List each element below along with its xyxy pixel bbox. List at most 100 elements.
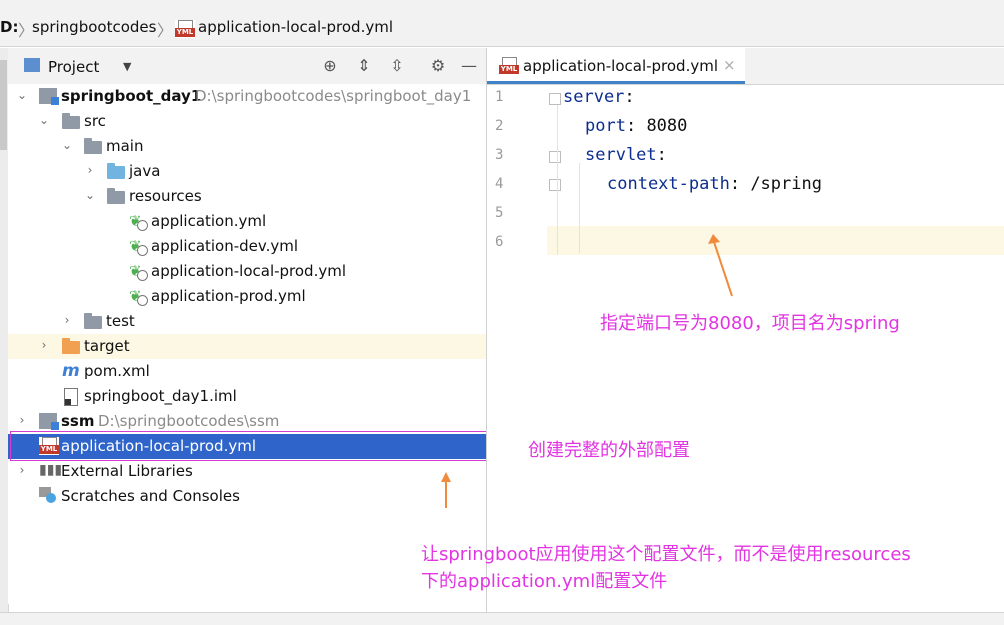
tree-item-label: test — [106, 312, 135, 330]
module-folder-icon — [39, 413, 59, 430]
excluded-folder-icon — [62, 338, 80, 354]
breadcrumb-springbootcodes[interactable]: springbootcodes — [32, 18, 156, 36]
tab-application-local-prod-yml[interactable]: YML application-local-prod.yml × — [487, 48, 745, 84]
minimize-icon[interactable]: — — [459, 56, 479, 76]
tree-item-resources[interactable]: ⌄ resources — [8, 184, 486, 209]
breadcrumb-separator: 〉 — [157, 21, 174, 40]
locate-icon[interactable]: ⊕ — [320, 56, 340, 76]
yml-file-icon: YML — [175, 20, 195, 38]
scratches-icon — [39, 487, 57, 503]
tree-item-label: main — [106, 137, 144, 155]
tree-item-main[interactable]: ⌄ main — [8, 134, 486, 159]
chevron-down-icon[interactable]: ⌄ — [84, 188, 96, 202]
tree-item-label: resources — [129, 187, 202, 205]
line-number: 1 — [495, 89, 504, 105]
tree-item-src[interactable]: ⌄ src — [8, 109, 486, 134]
tree-item-springboot-day1[interactable]: ⌄ springboot_day1 D:\springbootcodes\spr… — [8, 84, 486, 109]
tree-item-pom-xml[interactable]: m pom.xml — [8, 359, 486, 384]
tree-item-label: src — [84, 112, 106, 130]
line-number: 6 — [495, 234, 504, 250]
line-number: 4 — [495, 176, 504, 192]
chevron-down-icon[interactable]: ⌄ — [38, 113, 50, 127]
chevron-right-icon[interactable]: › — [38, 338, 50, 352]
tree-item-label: application-local-prod.yml — [151, 262, 346, 280]
code-line-2: port: 8080 — [585, 116, 688, 136]
chevron-down-icon[interactable]: ⌄ — [61, 138, 73, 152]
tree-item-application-prod-yml[interactable]: ❦ application-prod.yml — [8, 284, 486, 309]
library-icon: ▮▮▮ — [39, 462, 63, 478]
folder-icon — [84, 138, 102, 154]
gear-icon[interactable]: ⚙ — [428, 56, 448, 76]
tab-label: application-local-prod.yml — [523, 57, 718, 75]
tree-item-label: springboot_day1 — [61, 87, 202, 105]
editor-tab-bar: YML application-local-prod.yml × — [487, 48, 1004, 85]
iml-file-icon — [64, 388, 78, 406]
spring-config-icon: ❦ — [129, 213, 148, 231]
spring-config-icon: ❦ — [129, 238, 148, 256]
fold-marker-icon[interactable] — [549, 93, 561, 105]
collapse-all-icon[interactable]: ⇳ — [387, 56, 407, 76]
tree-item-label: External Libraries — [61, 462, 193, 480]
status-bar — [0, 612, 1004, 625]
maven-icon: m — [62, 361, 80, 381]
tree-item-java[interactable]: › java — [8, 159, 486, 184]
fold-marker-icon[interactable] — [549, 179, 561, 191]
annotation-port-note: 指定端口号为8080，项目名为spring — [600, 313, 900, 334]
tree-item-path: D:\springbootcodes\ssm — [98, 412, 280, 430]
tree-item-label: application.yml — [151, 212, 267, 230]
line-number: 2 — [495, 118, 504, 134]
chevron-right-icon[interactable]: › — [84, 163, 96, 177]
project-icon — [24, 58, 40, 72]
code-line-3: servlet: — [585, 145, 667, 165]
project-view-selector[interactable]: Project — [48, 58, 99, 76]
breadcrumb-drive[interactable]: D: — [0, 18, 18, 36]
yml-file-icon: YML — [499, 57, 519, 75]
chevron-right-icon[interactable]: › — [16, 413, 28, 427]
fold-marker-icon[interactable] — [549, 151, 561, 163]
chevron-right-icon[interactable]: › — [16, 463, 28, 477]
tree-item-path: D:\springbootcodes\springboot_day1 — [195, 87, 472, 105]
annotation-highlight-box — [10, 431, 496, 461]
annotation-arrow — [708, 234, 733, 297]
breadcrumb-file[interactable]: application-local-prod.yml — [198, 18, 393, 36]
spring-config-icon: ❦ — [129, 263, 148, 281]
resources-folder-icon — [107, 188, 125, 204]
tree-item-external-libraries[interactable]: › ▮▮▮ External Libraries — [8, 459, 486, 484]
tree-item-label: java — [129, 162, 161, 180]
folder-icon — [84, 313, 102, 329]
line-number: 3 — [495, 147, 504, 163]
tree-item-test[interactable]: › test — [8, 309, 486, 334]
tree-item-application-yml[interactable]: ❦ application.yml — [8, 209, 486, 234]
tree-item-iml[interactable]: springboot_day1.iml — [8, 384, 486, 409]
expand-all-icon[interactable]: ⇕ — [354, 56, 374, 76]
tree-item-label: application-prod.yml — [151, 287, 306, 305]
line-number: 5 — [495, 205, 504, 221]
project-panel-header: Project ▼ ⊕ ⇕ ⇳ ⚙ — — [8, 48, 486, 84]
annotation-arrow — [441, 472, 451, 508]
code-line-4: context-path: /spring — [607, 174, 822, 194]
tree-item-label: pom.xml — [84, 362, 150, 380]
close-icon[interactable]: × — [723, 56, 736, 74]
annotation-usage-line1: 让springboot应用使用这个配置文件，而不是使用resources — [421, 544, 911, 565]
tree-item-application-local-prod-yml[interactable]: ❦ application-local-prod.yml — [8, 259, 486, 284]
project-tree: ⌄ springboot_day1 D:\springbootcodes\spr… — [8, 84, 486, 604]
current-line-highlight — [487, 226, 1004, 255]
chevron-right-icon[interactable]: › — [61, 313, 73, 327]
navigation-bar: D: 〉 springbootcodes 〉 YML application-l… — [0, 8, 1004, 47]
spring-config-icon: ❦ — [129, 288, 148, 306]
module-folder-icon — [39, 88, 59, 105]
tree-item-label: springboot_day1.iml — [84, 387, 237, 405]
code-line-1: server: — [563, 87, 635, 107]
annotation-create-note: 创建完整的外部配置 — [528, 440, 690, 461]
tree-item-label: Scratches and Consoles — [61, 487, 240, 505]
tree-item-application-dev-yml[interactable]: ❦ application-dev.yml — [8, 234, 486, 259]
annotation-usage-line2: 下的application.yml配置文件 — [421, 571, 668, 592]
chevron-down-icon[interactable]: ▼ — [123, 60, 131, 73]
tree-item-label: target — [84, 337, 130, 355]
tree-item-scratches[interactable]: Scratches and Consoles — [8, 484, 486, 509]
folder-icon — [62, 113, 80, 129]
menu-bar — [0, 0, 1004, 8]
source-folder-icon — [107, 163, 125, 179]
chevron-down-icon[interactable]: ⌄ — [16, 88, 28, 102]
tree-item-target[interactable]: › target — [8, 334, 486, 359]
